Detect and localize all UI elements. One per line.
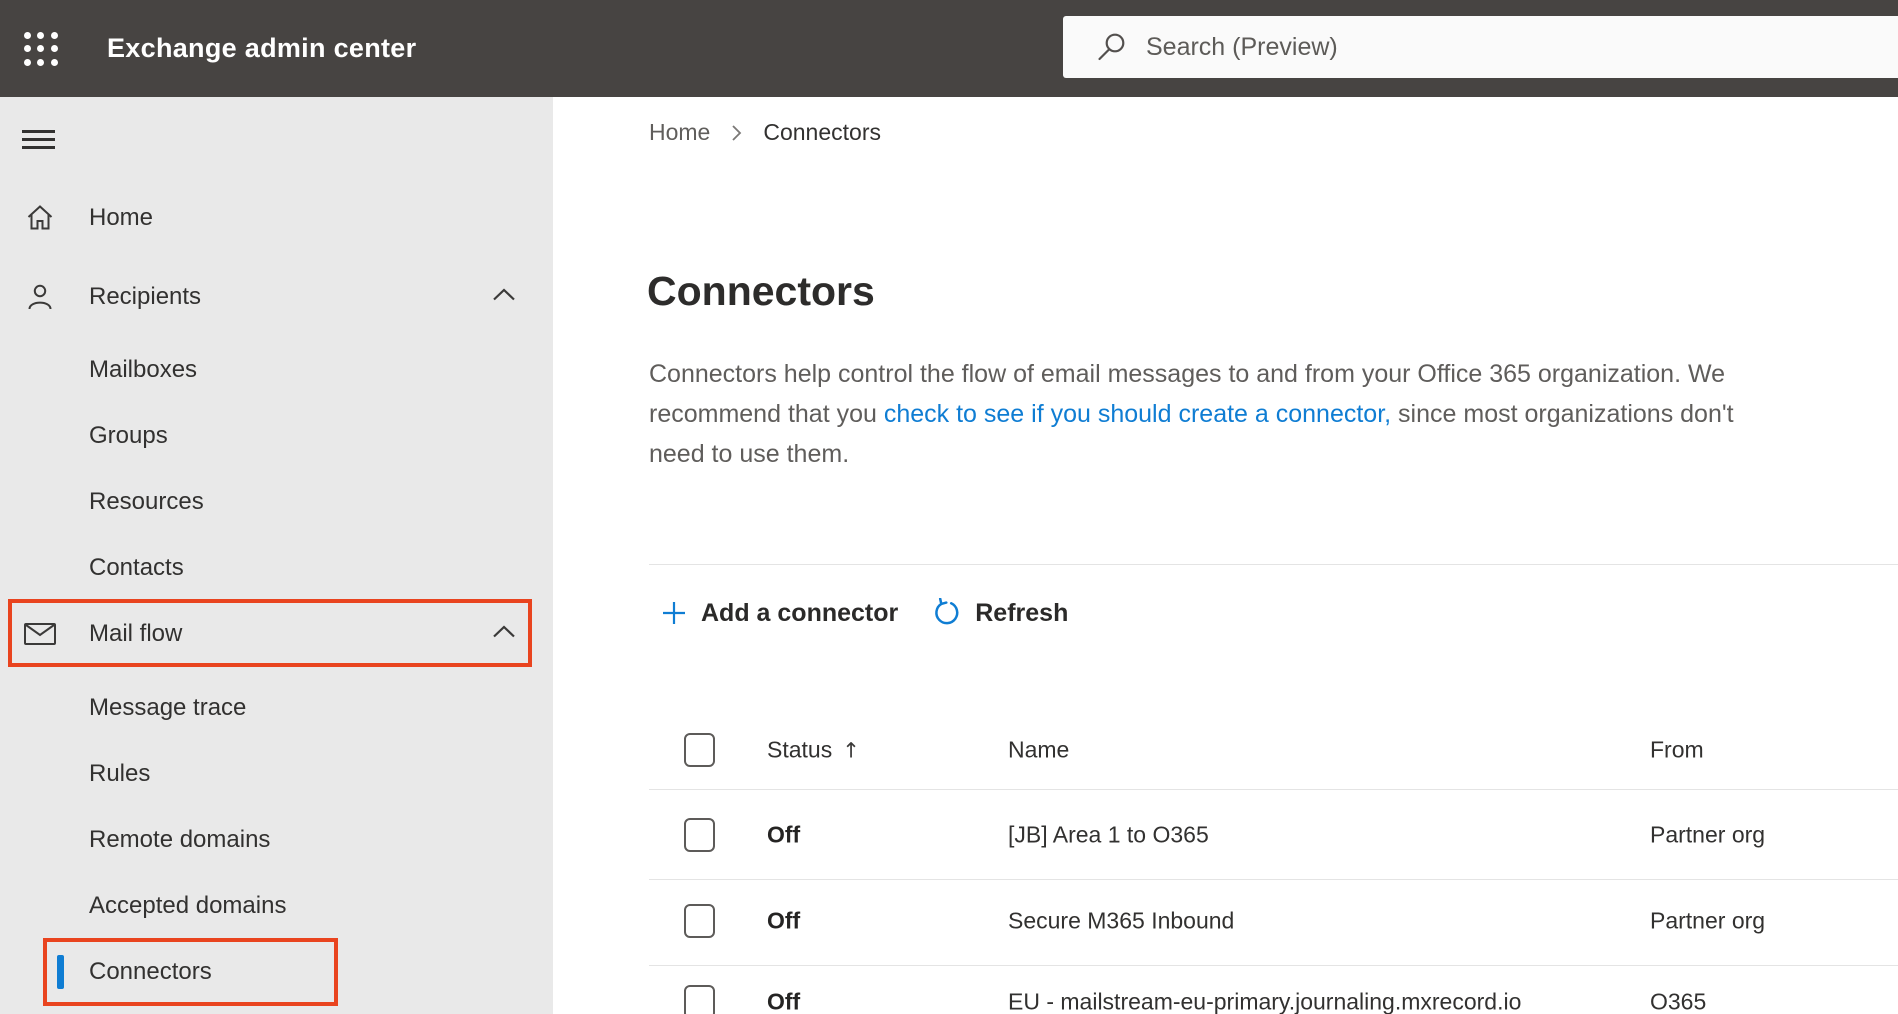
main-content: Home Connectors Connectors Connectors he…: [553, 97, 1898, 1014]
cell-from: O365: [1650, 988, 1707, 1014]
sidebar-item-contacts[interactable]: Contacts: [0, 543, 553, 593]
page-description: Connectors help control the flow of emai…: [649, 360, 1734, 468]
cell-name: EU - mailstream-eu-primary.journaling.mx…: [1008, 988, 1522, 1014]
row-divider: [649, 789, 1898, 790]
mail-icon: [23, 617, 57, 651]
row-checkbox[interactable]: [684, 985, 715, 1014]
add-connector-button[interactable]: Add a connector: [660, 599, 898, 628]
cell-name: [JB] Area 1 to O365: [1008, 821, 1209, 848]
sidebar-item-label: Resources: [89, 488, 204, 515]
column-header-status[interactable]: Status ↑: [767, 737, 860, 764]
add-connector-label: Add a connector: [701, 598, 899, 627]
sidebar-item-recipients[interactable]: Recipients: [0, 272, 553, 322]
sidebar-item-label: Accepted domains: [89, 892, 287, 919]
sidebar-item-remote-domains[interactable]: Remote domains: [0, 815, 553, 865]
column-header-from[interactable]: From: [1650, 737, 1704, 764]
app-launcher-icon[interactable]: [21, 29, 61, 69]
sidebar-item-label: Mailboxes: [89, 356, 198, 383]
sidebar-item-label: Home: [89, 204, 154, 231]
refresh-icon: [935, 598, 959, 625]
exchange-admin-center-screen: { "topbar": { "app_launcher_icon": "waff…: [0, 0, 1898, 1014]
toolbar-divider: [649, 564, 1898, 565]
search-input[interactable]: [1144, 31, 1898, 63]
breadcrumb-current: Connectors: [763, 119, 881, 145]
sidebar-item-connectors[interactable]: Connectors: [0, 947, 553, 997]
person-icon: [23, 280, 57, 314]
cell-from: Partner org: [1650, 821, 1766, 848]
toolbar: Add a connector Refresh: [660, 593, 1068, 633]
search-icon: [1098, 33, 1125, 61]
sidebar-item-mail-flow[interactable]: Mail flow: [0, 609, 553, 659]
page-title: Connectors: [647, 268, 875, 315]
cell-from: Partner org: [1650, 907, 1766, 934]
chevron-up-icon: [491, 624, 517, 645]
sidebar-item-mailboxes[interactable]: Mailboxes: [0, 345, 553, 395]
table-row[interactable]: Off [JB] Area 1 to O365 Partner org: [553, 810, 1898, 860]
select-all-checkbox[interactable]: [684, 733, 715, 767]
refresh-label: Refresh: [975, 598, 1069, 627]
sidebar-item-home[interactable]: Home: [0, 193, 553, 243]
topbar: Exchange admin center: [0, 0, 1898, 97]
cell-status: Off: [767, 821, 801, 848]
cell-name: Secure M365 Inbound: [1008, 907, 1235, 934]
sidebar-item-rules[interactable]: Rules: [0, 749, 553, 799]
search-box[interactable]: [1063, 16, 1898, 78]
menu-icon[interactable]: [22, 130, 55, 149]
sidebar-item-label: Rules: [89, 760, 151, 787]
row-divider: [649, 879, 1898, 880]
sort-ascending-icon: ↑: [842, 738, 860, 762]
chevron-up-icon: [491, 287, 517, 308]
sidebar-item-accepted-domains[interactable]: Accepted domains: [0, 881, 553, 931]
sidebar-item-groups[interactable]: Groups: [0, 411, 553, 461]
sidebar-item-label: Recipients: [89, 283, 202, 310]
table-header-row: Status ↑ Name From: [553, 725, 1898, 775]
cell-status: Off: [767, 907, 801, 934]
sidebar-item-label: Message trace: [89, 694, 247, 721]
row-checkbox[interactable]: [684, 818, 715, 852]
selected-item-indicator: [57, 955, 64, 989]
home-icon: [23, 201, 57, 235]
sidebar-item-label: Contacts: [89, 554, 184, 581]
chevron-right-icon: [732, 124, 742, 141]
breadcrumb-home-link[interactable]: Home: [649, 119, 710, 146]
sidebar-item-label: Remote domains: [89, 826, 271, 853]
column-header-name[interactable]: Name: [1008, 737, 1069, 764]
sidebar: Home Recipients Mailboxes Groups Resourc…: [0, 97, 553, 1014]
create-connector-check-link[interactable]: check to see if you should create a conn…: [884, 400, 1391, 428]
row-divider: [649, 965, 1898, 966]
table-row[interactable]: Off EU - mailstream-eu-primary.journalin…: [553, 977, 1898, 1014]
sidebar-item-resources[interactable]: Resources: [0, 477, 553, 527]
sidebar-item-label: Connectors: [89, 958, 212, 985]
plus-icon: [663, 602, 685, 624]
sidebar-item-label: Mail flow: [89, 620, 183, 647]
sidebar-item-label: Groups: [89, 422, 168, 449]
sidebar-item-message-trace[interactable]: Message trace: [0, 683, 553, 733]
app-title: Exchange admin center: [107, 33, 417, 63]
breadcrumb: Home Connectors: [649, 119, 881, 146]
refresh-button[interactable]: Refresh: [932, 598, 1068, 628]
cell-status: Off: [767, 988, 801, 1014]
row-checkbox[interactable]: [684, 904, 715, 938]
table-row[interactable]: Off Secure M365 Inbound Partner org: [553, 896, 1898, 946]
